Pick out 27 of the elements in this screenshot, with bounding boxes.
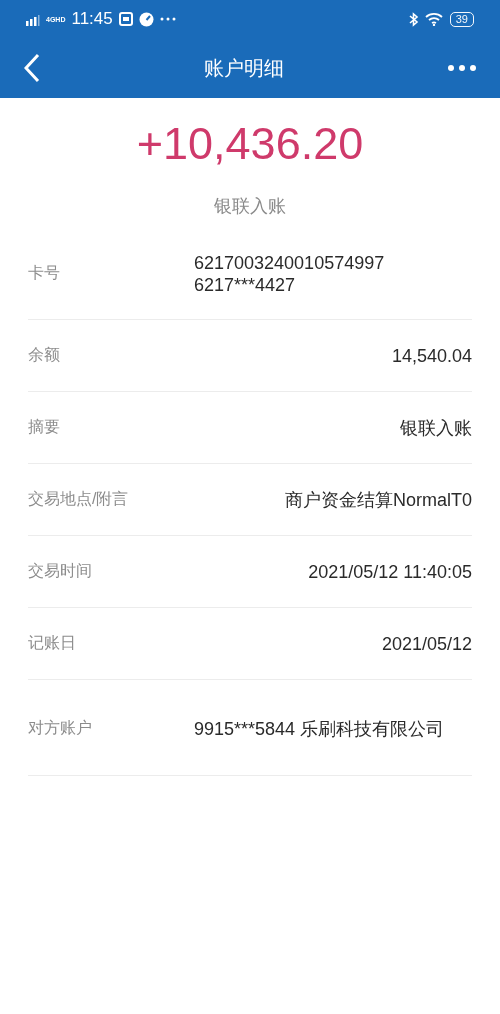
- battery-indicator: 39: [449, 11, 474, 27]
- field-label: 摘要: [28, 417, 61, 437]
- amount: +10,436.20: [136, 117, 364, 171]
- field-label: 余额: [28, 345, 61, 365]
- field-value: 银联入账: [399, 416, 472, 439]
- field-label: 交易地点/附言: [28, 489, 130, 509]
- field-value: 9915***5844 乐刷科技有限公司: [194, 717, 446, 740]
- field-value: 14,540.04: [390, 344, 472, 367]
- image-icon: [118, 12, 133, 26]
- field-value: 2021/05/12: [380, 632, 472, 655]
- back-icon[interactable]: [24, 53, 40, 83]
- page-title: 账户明细: [203, 55, 285, 81]
- wifi-icon: [424, 12, 444, 26]
- field-value: 2021/05/12 11:40:05: [307, 560, 472, 583]
- field-label: 记账日: [28, 633, 77, 653]
- field-label: 对方账户: [28, 718, 93, 738]
- bluetooth-icon: [408, 11, 419, 27]
- field-value: 商户资金结算NormalT0: [284, 488, 472, 511]
- field-value: 6217***4427: [194, 273, 297, 296]
- clock-time: 11:45: [71, 9, 113, 29]
- more-icon[interactable]: [448, 65, 476, 71]
- field-label: 交易时间: [28, 561, 93, 581]
- gauge-icon: [138, 11, 154, 27]
- field-label: 卡号: [28, 263, 61, 283]
- field-value: 6217003240010574997: [194, 251, 386, 274]
- more-notifications-icon: [159, 17, 176, 21]
- transaction-type: 银联入账: [214, 195, 286, 218]
